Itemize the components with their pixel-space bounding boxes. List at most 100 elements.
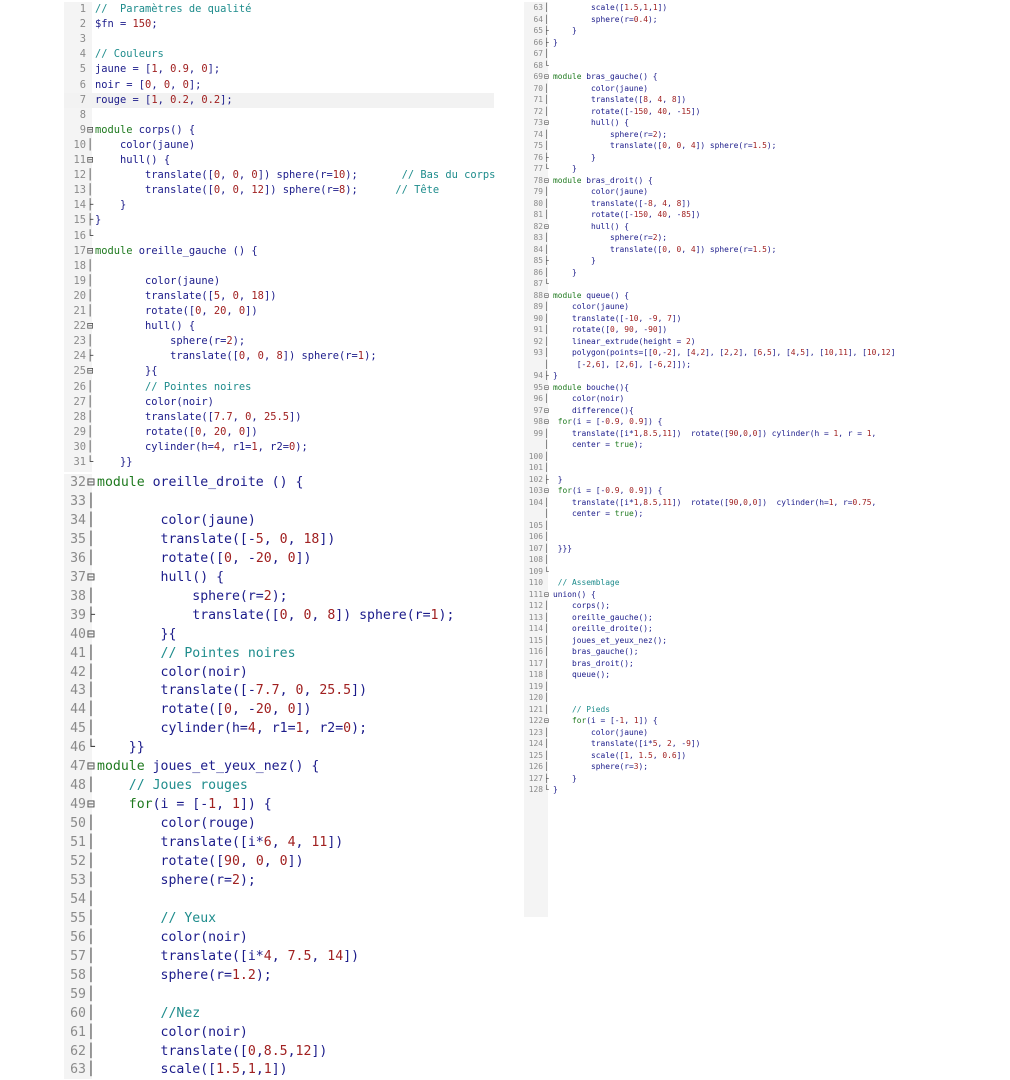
code-line[interactable]: 48 │ // Joues rouges xyxy=(64,777,494,796)
code-line[interactable]: 33 │ xyxy=(64,493,494,512)
code-line[interactable]: 64 │ sphere(r=0.4); xyxy=(524,14,926,26)
fold-toggle-icon[interactable]: ⊟ xyxy=(87,569,95,588)
code-line[interactable]: 38 │ sphere(r=2); xyxy=(64,588,494,607)
code-line[interactable]: 59 │ xyxy=(64,986,494,1005)
code-line[interactable]: 13 │ translate([0, 0, 12]) sphere(r=8); /… xyxy=(64,183,494,198)
code-line[interactable]: 113 │ oreille_gauche(); xyxy=(524,612,926,624)
code-line[interactable]: 32 ⊟ module oreille_droite () { xyxy=(64,474,494,493)
code-line[interactable]: 3 xyxy=(64,32,494,47)
code-line[interactable]: 66 ├} xyxy=(524,37,926,49)
code-line[interactable]: 124 │ translate([i*5, 2, -9]) xyxy=(524,738,926,750)
code-line[interactable]: 72 │ rotate([-150, 40, -15]) xyxy=(524,106,926,118)
code-line[interactable]: 67 │ xyxy=(524,48,926,60)
fold-toggle-icon[interactable]: ⊟ xyxy=(544,416,549,428)
code-line[interactable]: 75 │ translate([0, 0, 4]) sphere(r=1.5); xyxy=(524,140,926,152)
code-line[interactable]: 8 xyxy=(64,108,494,123)
fold-toggle-icon[interactable]: ⊟ xyxy=(87,758,95,777)
code-line[interactable]: 24 ├ translate([0, 0, 8]) sphere(r=1); xyxy=(64,349,494,364)
code-line[interactable]: 49 ⊟ for(i = [-1, 1]) { xyxy=(64,796,494,815)
code-line[interactable]: 20 │ translate([5, 0, 18]) xyxy=(64,289,494,304)
fold-toggle-icon[interactable]: ⊟ xyxy=(544,71,549,83)
code-line[interactable]: 28 │ translate([7.7, 0, 25.5]) xyxy=(64,410,494,425)
code-line[interactable]: 121 │ // Pieds xyxy=(524,704,926,716)
fold-toggle-icon[interactable]: ⊟ xyxy=(87,319,93,334)
code-line[interactable]: 103 ⊟ for(i = [-0.9, 0.9]) { xyxy=(524,485,926,497)
code-line[interactable]: 25 ⊟ }{ xyxy=(64,364,494,379)
code-line[interactable]: 86 │ } xyxy=(524,267,926,279)
code-line[interactable]: 77 └ } xyxy=(524,163,926,175)
code-line[interactable]: 26 │ // Pointes noires xyxy=(64,380,494,395)
code-line[interactable]: 11 ⊟ hull() { xyxy=(64,153,494,168)
code-line[interactable]: 42 │ color(noir) xyxy=(64,664,494,683)
fold-toggle-icon[interactable]: ⊟ xyxy=(544,589,549,601)
code-line[interactable]: 83 │ sphere(r=2); xyxy=(524,232,926,244)
code-editor-right[interactable]: 63 │ scale([1.5,1,1]) 64 │ sphere(r=0.4); 65… xyxy=(524,2,926,917)
code-line[interactable]: 55 │ // Yeux xyxy=(64,910,494,929)
code-line[interactable]: 99 │ translate([i*1,8.5,11]) rotate([90,0… xyxy=(524,428,926,440)
code-line[interactable]: 87 └ xyxy=(524,278,926,290)
code-line[interactable]: 101 │ xyxy=(524,462,926,474)
code-line[interactable]: 23 │ sphere(r=2); xyxy=(64,334,494,349)
code-line[interactable]: 70 │ color(jaune) xyxy=(524,83,926,95)
code-line[interactable]: 4 // Couleurs xyxy=(64,47,494,62)
code-line[interactable]: 10 │ color(jaune) xyxy=(64,138,494,153)
code-line[interactable]: 84 │ translate([0, 0, 4]) sphere(r=1.5); xyxy=(524,244,926,256)
code-line[interactable]: 16 └ xyxy=(64,229,494,244)
code-line[interactable]: 112 │ corps(); xyxy=(524,600,926,612)
code-line[interactable]: 50 │ color(rouge) xyxy=(64,815,494,834)
fold-toggle-icon[interactable]: ⊟ xyxy=(544,715,549,727)
code-line[interactable]: │ center = true); xyxy=(524,508,926,520)
code-line[interactable]: 5 jaune = [1, 0.9, 0]; xyxy=(64,62,494,77)
code-line[interactable]: 41 │ // Pointes noires xyxy=(64,645,494,664)
code-line[interactable]: 106 │ xyxy=(524,531,926,543)
code-line[interactable]: 65 ├ } xyxy=(524,25,926,37)
code-line[interactable]: 52 │ rotate([90, 0, 0]) xyxy=(64,853,494,872)
code-line[interactable]: 43 │ translate([-7.7, 0, 25.5]) xyxy=(64,682,494,701)
code-line[interactable]: 82 ⊟ hull() { xyxy=(524,221,926,233)
code-line[interactable]: 93 │ polygon(points=[[0,-2], [4,2], [2,2]… xyxy=(524,347,926,359)
code-line[interactable]: │ [-2,6], [2,6], [-6,2]]); xyxy=(524,359,926,371)
code-line[interactable]: 102 ├ } xyxy=(524,474,926,486)
code-line[interactable]: 105 │ xyxy=(524,520,926,532)
code-line[interactable]: 104 │ translate([i*1,8.5,11]) rotate([90,… xyxy=(524,497,926,509)
code-line[interactable]: 123 │ color(jaune) xyxy=(524,727,926,739)
code-line[interactable]: 95 ⊟ module bouche(){ xyxy=(524,382,926,394)
code-line[interactable]: 54 │ xyxy=(64,891,494,910)
code-line[interactable]: 56 │ color(noir) xyxy=(64,929,494,948)
code-line[interactable]: 46 └ }} xyxy=(64,739,494,758)
fold-toggle-icon[interactable]: ⊟ xyxy=(544,221,549,233)
code-line[interactable]: 7 rouge = [1, 0.2, 0.2]; xyxy=(64,92,494,108)
code-line[interactable]: 71 │ translate([8, 4, 8]) xyxy=(524,94,926,106)
code-line[interactable]: 109 └ xyxy=(524,566,926,578)
code-line[interactable]: 108 │ xyxy=(524,554,926,566)
code-line[interactable]: 30 │ cylinder(h=4, r1=1, r2=0); xyxy=(64,440,494,455)
code-line[interactable]: 21 │ rotate([0, 20, 0]) xyxy=(64,304,494,319)
code-line[interactable]: 127 ├ } xyxy=(524,773,926,785)
code-line[interactable]: 1 // Paramètres de qualité xyxy=(64,2,494,17)
code-line[interactable]: 18 │ xyxy=(64,259,494,274)
code-line[interactable]: 126 │ sphere(r=3); xyxy=(524,761,926,773)
code-line[interactable]: 79 │ color(jaune) xyxy=(524,186,926,198)
code-line[interactable]: 98 ⊟ for(i = [-0.9, 0.9]) { xyxy=(524,416,926,428)
fold-toggle-icon[interactable]: ⊟ xyxy=(87,123,93,138)
code-editor-left-top[interactable]: 1 // Paramètres de qualité 2 $fn = 150; 3 4 //… xyxy=(64,2,495,472)
code-line[interactable]: 120 │ xyxy=(524,692,926,704)
code-line[interactable]: 17 ⊟ module oreille_gauche () { xyxy=(64,244,494,259)
code-line[interactable]: 125 │ scale([1, 1.5, 0.6]) xyxy=(524,750,926,762)
code-line[interactable]: 128 └} xyxy=(524,784,926,796)
code-line[interactable]: 73 ⊟ hull() { xyxy=(524,117,926,129)
fold-toggle-icon[interactable]: ⊟ xyxy=(87,474,95,493)
code-line[interactable]: 34 │ color(jaune) xyxy=(64,512,494,531)
code-line[interactable]: 68 └ xyxy=(524,60,926,72)
fold-toggle-icon[interactable]: ⊟ xyxy=(87,796,95,815)
code-line[interactable]: 114 │ oreille_droite(); xyxy=(524,623,926,635)
fold-toggle-icon[interactable]: ⊟ xyxy=(87,153,93,168)
code-line[interactable]: 27 │ color(noir) xyxy=(64,395,494,410)
code-line[interactable]: 53 │ sphere(r=2); xyxy=(64,872,494,891)
code-line[interactable]: 116 │ bras_gauche(); xyxy=(524,646,926,658)
code-line[interactable]: 118 │ queue(); xyxy=(524,669,926,681)
code-line[interactable]: 69 ⊟ module bras_gauche() { xyxy=(524,71,926,83)
code-line[interactable]: 47 ⊟ module joues_et_yeux_nez() { xyxy=(64,758,494,777)
code-line[interactable]: 12 │ translate([0, 0, 0]) sphere(r=10); /… xyxy=(64,168,495,183)
fold-toggle-icon[interactable]: ⊟ xyxy=(544,175,549,187)
